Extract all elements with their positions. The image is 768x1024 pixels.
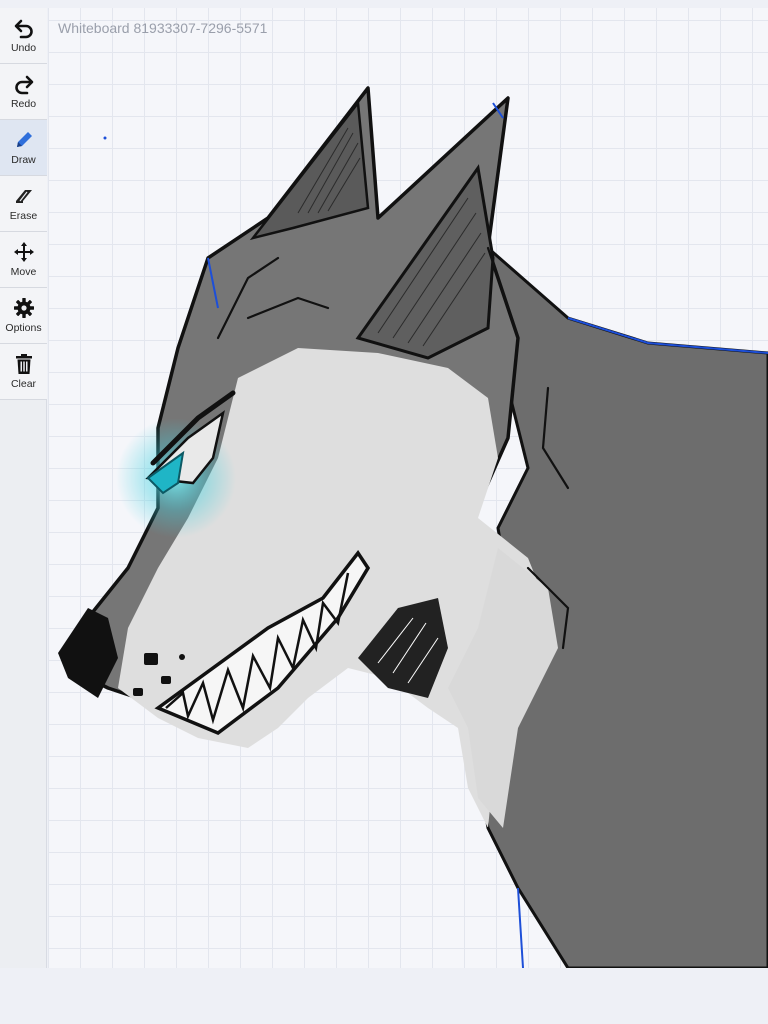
undo-button[interactable]: Undo — [0, 8, 47, 64]
trash-icon — [15, 354, 32, 374]
whiteboard-app: Undo Redo Draw Erase Move Options Clear … — [0, 0, 768, 1024]
bottom-margin — [0, 968, 768, 1024]
tool-sidebar: Undo Redo Draw Erase Move Options Clear — [0, 8, 47, 968]
wolf-drawing — [58, 86, 768, 968]
move-arrows-icon — [13, 242, 34, 262]
clear-label: Clear — [10, 378, 37, 390]
draw-button[interactable]: Draw — [0, 120, 47, 176]
eraser-icon — [15, 190, 32, 203]
redo-icon — [14, 75, 33, 95]
options-label: Options — [5, 322, 42, 334]
redo-label: Redo — [10, 98, 37, 110]
pencil-icon — [16, 132, 32, 147]
drawing-canvas[interactable]: Whiteboard 81933307-7296-5571 — [48, 8, 768, 968]
move-label: Move — [10, 266, 37, 278]
undo-icon — [14, 19, 33, 39]
redo-button[interactable]: Redo — [0, 64, 47, 120]
options-button[interactable]: Options — [0, 288, 47, 344]
undo-label: Undo — [10, 42, 37, 54]
clear-button[interactable]: Clear — [0, 344, 47, 400]
draw-label: Draw — [11, 154, 36, 166]
erase-label: Erase — [9, 210, 38, 222]
gear-icon — [13, 298, 34, 318]
erase-button[interactable]: Erase — [0, 176, 47, 232]
move-button[interactable]: Move — [0, 232, 47, 288]
